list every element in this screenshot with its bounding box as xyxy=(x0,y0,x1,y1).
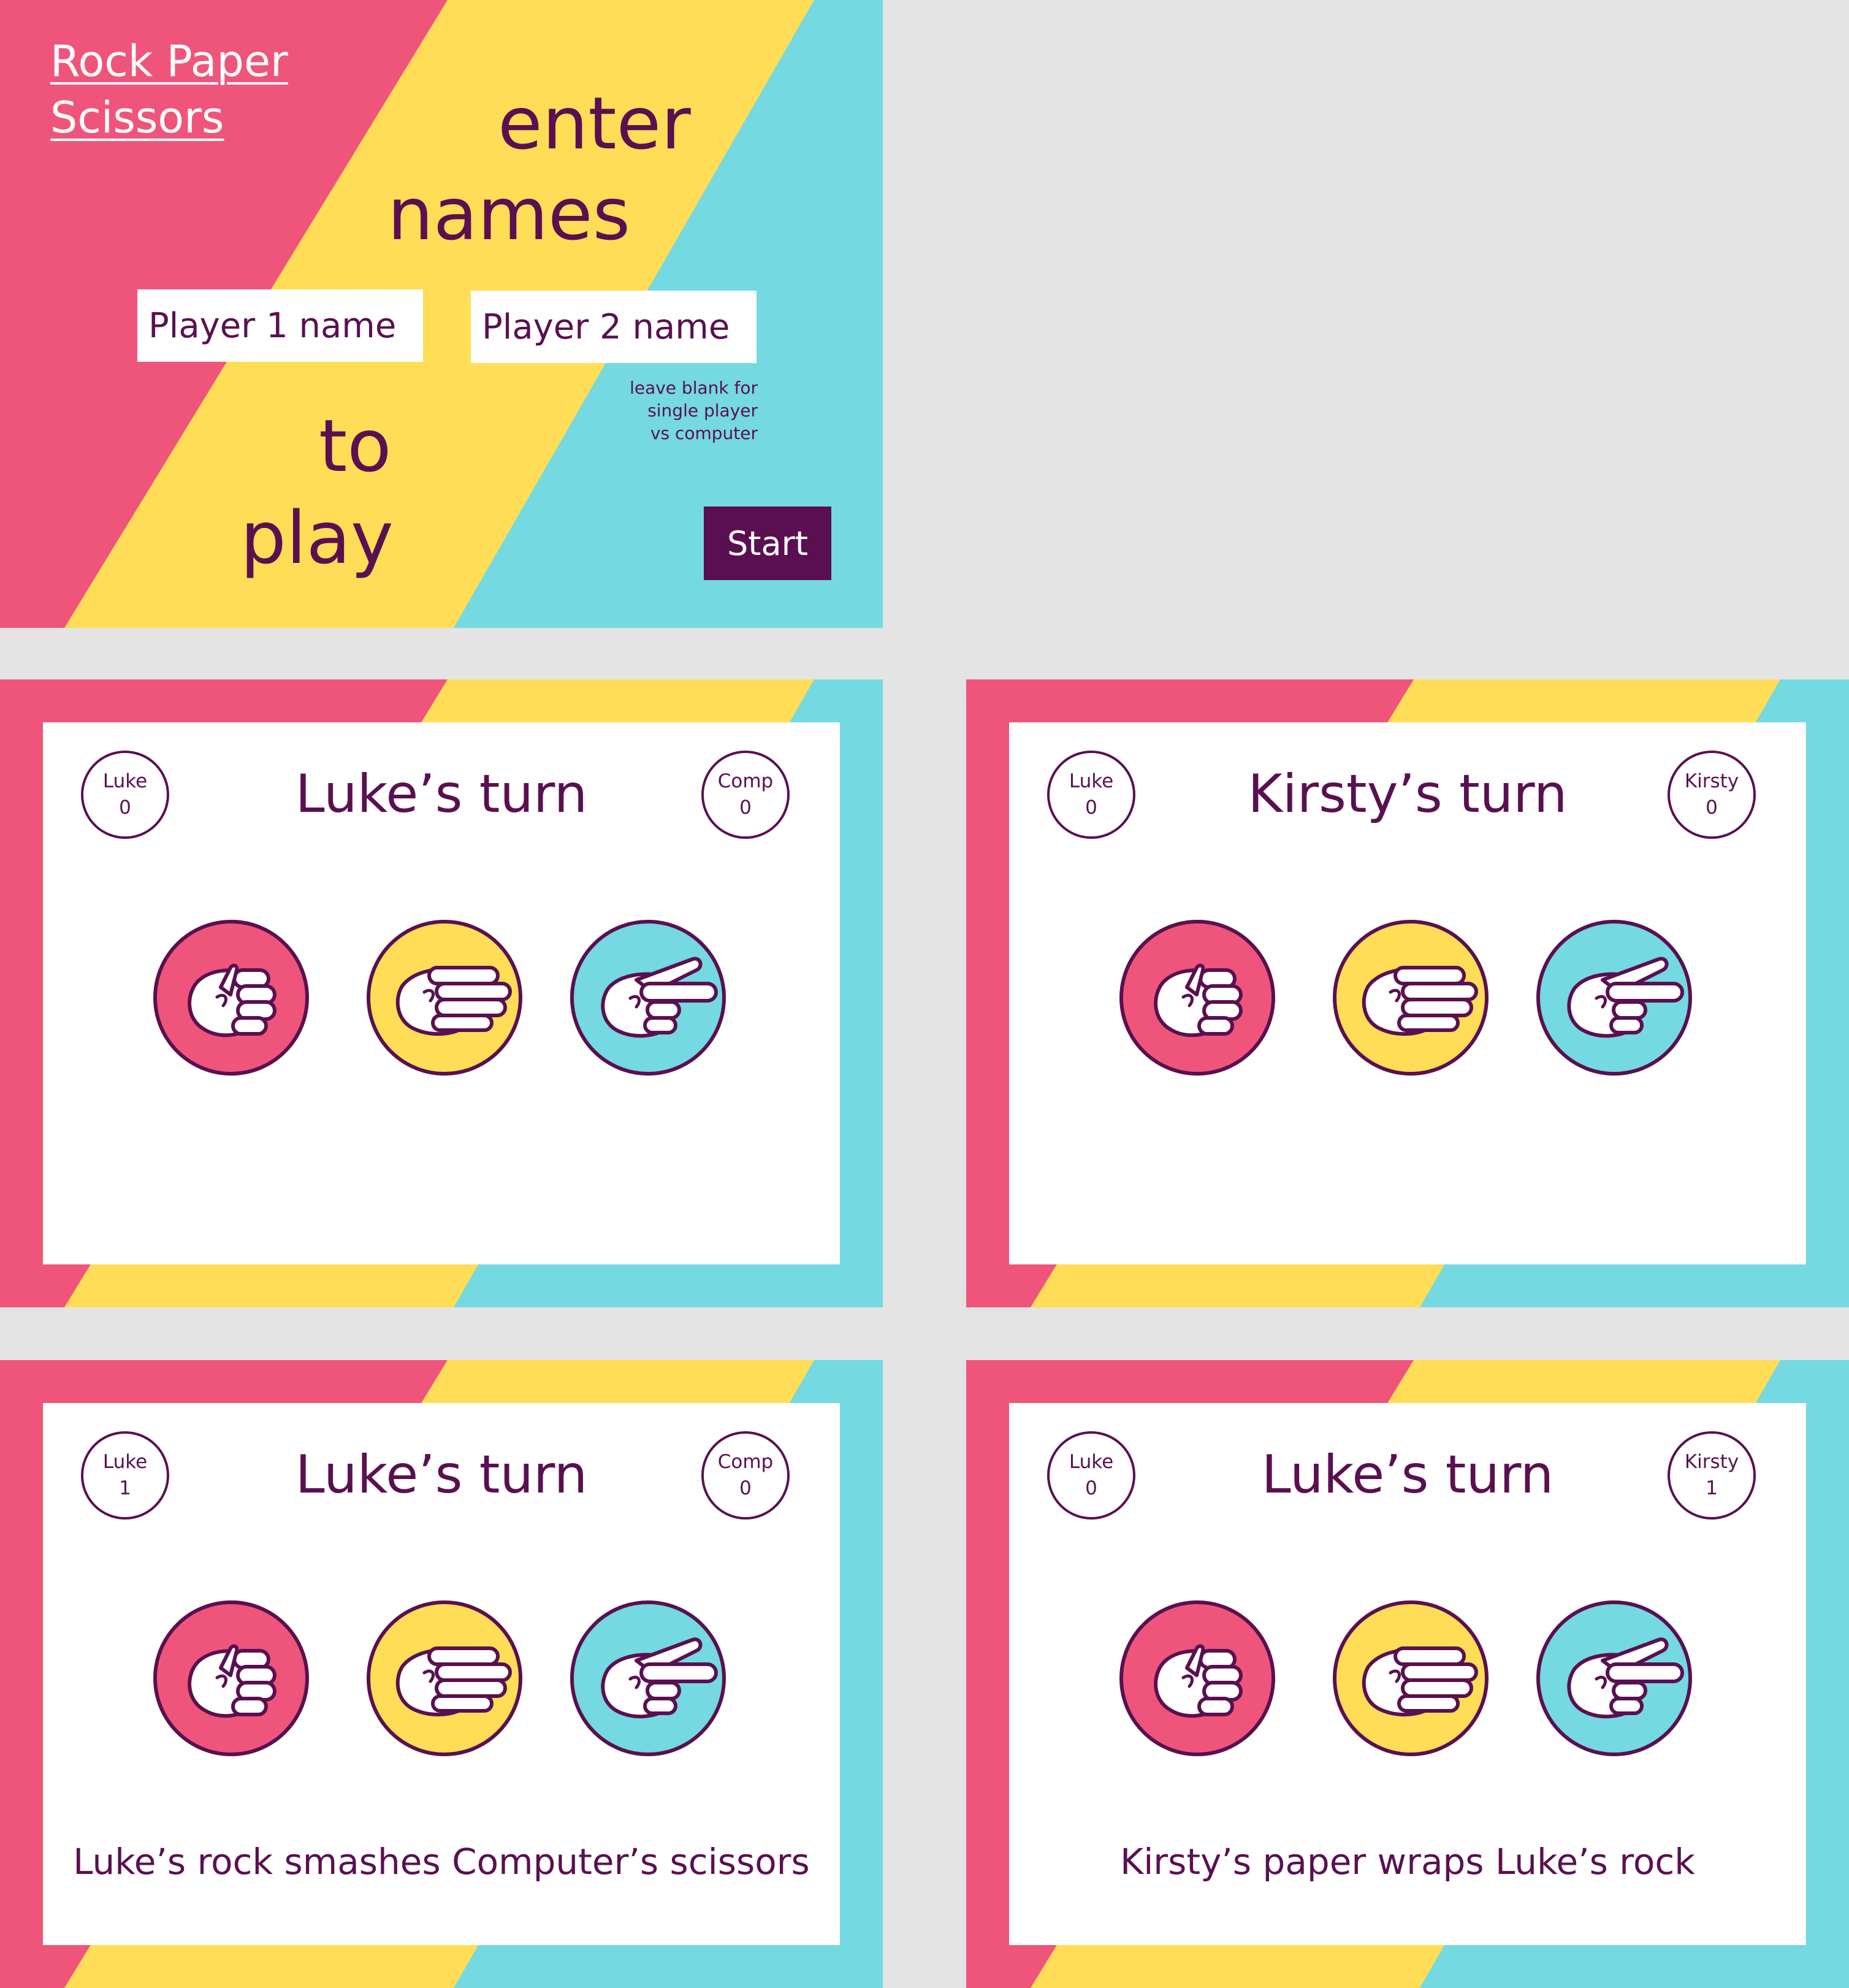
scissors-hand-icon xyxy=(574,923,722,1072)
game-screen: Luke 0 Kirsty’s turn Kirsty 0 xyxy=(966,679,1849,1307)
paper-button[interactable] xyxy=(367,1600,522,1756)
hint-line-3: vs computer xyxy=(650,423,758,443)
player2-score-badge: Comp 0 xyxy=(701,1431,790,1520)
player2-score: 0 xyxy=(739,1477,752,1499)
turn-title: Kirsty’s turn xyxy=(1248,763,1568,825)
rock-hand-icon xyxy=(1123,923,1271,1072)
player1-score: 0 xyxy=(119,797,131,819)
scissors-hand-icon xyxy=(1540,1604,1688,1753)
player2-name: Kirsty xyxy=(1684,770,1739,792)
rock-button[interactable] xyxy=(1119,920,1275,1076)
result-message: Luke’s rock smashes Computer’s scissors xyxy=(73,1841,810,1883)
game-card: Luke 1 Luke’s turn Comp 0 Luke’s rock sm… xyxy=(43,1403,840,1945)
player1-name-input[interactable] xyxy=(137,289,423,362)
player1-score: 0 xyxy=(1085,797,1097,819)
game-card: Luke 0 Luke’s turn Kirsty 1 Kirsty’s pap… xyxy=(1009,1403,1806,1945)
paper-hand-icon xyxy=(1336,923,1485,1072)
start-button[interactable]: Start xyxy=(704,507,831,580)
player2-name-input[interactable] xyxy=(471,291,757,363)
player2-name: Kirsty xyxy=(1684,1451,1739,1473)
rock-hand-icon xyxy=(157,923,305,1072)
rock-button[interactable] xyxy=(1119,1600,1275,1756)
player2-name: Comp xyxy=(717,770,774,792)
player1-name: Luke xyxy=(102,770,148,792)
paper-hand-icon xyxy=(370,1604,519,1753)
player1-score-badge: Luke 0 xyxy=(1047,1431,1135,1520)
logo-line-2: Scissors xyxy=(50,93,224,143)
scissors-button[interactable] xyxy=(1536,920,1692,1076)
player1-name: Luke xyxy=(1069,770,1114,792)
heading-enter: enter xyxy=(498,81,691,166)
player2-name: Comp xyxy=(717,1451,774,1473)
player2-score-badge: Kirsty 0 xyxy=(1668,751,1756,839)
scissors-hand-icon xyxy=(574,1604,722,1753)
hint-line-1: leave blank for xyxy=(630,378,758,398)
start-screen: Rock Paper Scissors enter names to play … xyxy=(0,0,883,628)
rock-hand-icon xyxy=(157,1604,305,1753)
logo-line-1: Rock Paper xyxy=(50,36,288,86)
heading-to: to xyxy=(319,403,392,488)
player2-score-badge: Comp 0 xyxy=(701,751,790,839)
scissors-button[interactable] xyxy=(570,920,726,1076)
paper-button[interactable] xyxy=(1333,920,1489,1076)
single-player-hint: leave blank for single player vs compute… xyxy=(552,377,758,445)
scissors-button[interactable] xyxy=(1536,1600,1692,1756)
player1-name: Luke xyxy=(1069,1451,1114,1473)
game-card: Luke 0 Luke’s turn Comp 0 xyxy=(43,722,840,1264)
player1-score: 0 xyxy=(1085,1477,1097,1499)
scissors-button[interactable] xyxy=(570,1600,726,1756)
rock-button[interactable] xyxy=(153,1600,309,1756)
game-screen: Luke 0 Luke’s turn Comp 0 xyxy=(0,679,883,1307)
paper-hand-icon xyxy=(370,923,519,1072)
scissors-hand-icon xyxy=(1540,923,1688,1072)
rock-hand-icon xyxy=(1123,1604,1271,1753)
player2-score: 1 xyxy=(1706,1477,1718,1499)
player1-score-badge: Luke 0 xyxy=(81,751,169,839)
player1-score-badge: Luke 1 xyxy=(81,1431,169,1520)
turn-title: Luke’s turn xyxy=(1261,1444,1554,1505)
result-message: Kirsty’s paper wraps Luke’s rock xyxy=(1120,1841,1695,1883)
paper-button[interactable] xyxy=(1333,1600,1489,1756)
game-screen: Luke 0 Luke’s turn Kirsty 1 Kirsty’s pap… xyxy=(966,1360,1849,1988)
game-card: Luke 0 Kirsty’s turn Kirsty 0 xyxy=(1009,722,1806,1264)
paper-button[interactable] xyxy=(367,920,522,1076)
player1-name: Luke xyxy=(102,1451,148,1473)
turn-title: Luke’s turn xyxy=(295,763,588,825)
game-screen: Luke 1 Luke’s turn Comp 0 Luke’s rock sm… xyxy=(0,1360,883,1988)
player2-score-badge: Kirsty 1 xyxy=(1668,1431,1756,1520)
turn-title: Luke’s turn xyxy=(295,1444,588,1505)
player1-score-badge: Luke 0 xyxy=(1047,751,1135,839)
heading-play: play xyxy=(240,495,394,580)
paper-hand-icon xyxy=(1336,1604,1485,1753)
player2-score: 0 xyxy=(1706,797,1718,819)
logo-link[interactable]: Rock Paper Scissors xyxy=(50,33,288,146)
player1-score: 1 xyxy=(119,1477,131,1499)
player2-score: 0 xyxy=(739,797,752,819)
rock-button[interactable] xyxy=(153,920,309,1076)
heading-names: names xyxy=(387,172,631,256)
hint-line-2: single player xyxy=(647,400,758,421)
